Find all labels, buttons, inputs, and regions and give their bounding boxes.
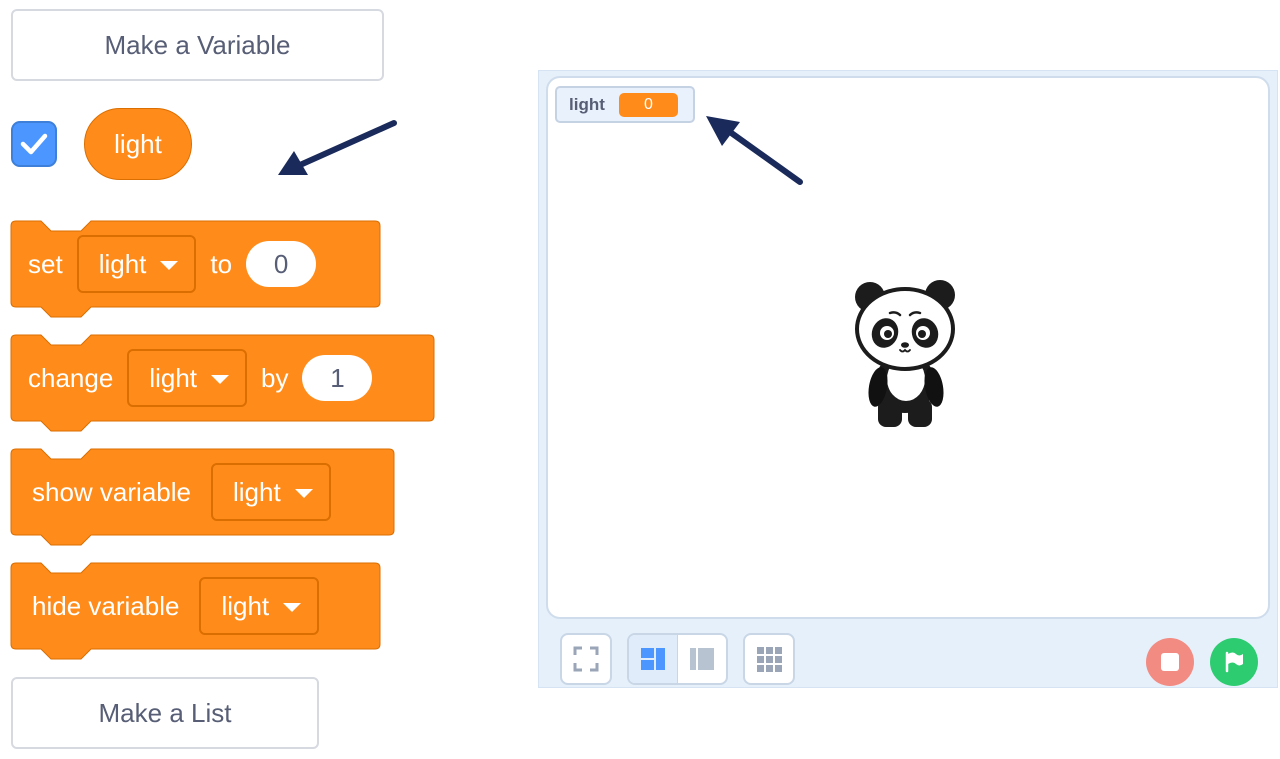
show-variable-block[interactable]: show variable light bbox=[10, 448, 395, 549]
dropdown-value: light bbox=[98, 248, 147, 279]
fullscreen-button[interactable] bbox=[560, 633, 612, 685]
make-a-variable-button[interactable]: Make a Variable bbox=[11, 9, 384, 81]
change-variable-block[interactable]: change light by 1 bbox=[10, 334, 435, 435]
dropdown-value: light bbox=[232, 476, 281, 507]
set-variable-block[interactable]: set light to 0 bbox=[10, 220, 381, 321]
large-stage-icon bbox=[690, 648, 714, 670]
variable-dropdown[interactable]: light bbox=[199, 577, 320, 635]
hide-variable-label: hide variable bbox=[32, 590, 180, 621]
change-value-input[interactable]: 1 bbox=[302, 355, 373, 401]
dropdown-value: light bbox=[221, 590, 270, 621]
variable-dropdown[interactable]: light bbox=[127, 349, 248, 407]
stop-button[interactable] bbox=[1146, 638, 1194, 686]
large-stage-button[interactable] bbox=[678, 635, 726, 683]
green-flag-button[interactable] bbox=[1210, 638, 1258, 686]
stage-size-toggle bbox=[627, 633, 728, 685]
variable-dropdown[interactable]: light bbox=[210, 463, 331, 521]
make-a-list-button[interactable]: Make a List bbox=[11, 677, 319, 749]
pointer-arrow-to-reporter bbox=[278, 120, 397, 175]
monitor-value: 0 bbox=[618, 92, 678, 117]
small-stage-button[interactable] bbox=[629, 635, 677, 683]
hide-variable-block[interactable]: hide variable light bbox=[10, 562, 381, 663]
show-variable-label: show variable bbox=[32, 476, 191, 507]
variable-reporter-light[interactable]: light bbox=[84, 108, 192, 180]
stop-icon bbox=[1161, 653, 1179, 671]
caret-down-icon bbox=[283, 602, 302, 612]
set-label: set bbox=[28, 248, 63, 279]
to-label: to bbox=[210, 248, 233, 279]
check-icon bbox=[20, 133, 48, 155]
set-value-input[interactable]: 0 bbox=[246, 241, 317, 287]
grid-button[interactable] bbox=[743, 633, 795, 685]
small-stage-icon bbox=[641, 648, 665, 670]
caret-down-icon bbox=[160, 260, 179, 270]
grid-icon bbox=[757, 647, 782, 672]
variable-monitor[interactable]: light 0 bbox=[555, 86, 695, 123]
by-label: by bbox=[261, 362, 289, 393]
green-flag-icon bbox=[1225, 651, 1243, 673]
dropdown-value: light bbox=[149, 362, 198, 393]
panda-sprite[interactable] bbox=[852, 271, 958, 431]
pointer-arrow-to-monitor bbox=[706, 116, 803, 185]
stage-panel: light 0 bbox=[538, 70, 1278, 688]
variable-dropdown[interactable]: light bbox=[76, 235, 197, 293]
fullscreen-icon bbox=[573, 646, 599, 672]
change-label: change bbox=[28, 362, 114, 393]
variable-visibility-checkbox[interactable] bbox=[11, 121, 57, 167]
caret-down-icon bbox=[211, 374, 230, 384]
caret-down-icon bbox=[294, 488, 313, 498]
monitor-label: light bbox=[569, 94, 605, 114]
stage-canvas[interactable]: light 0 bbox=[546, 76, 1270, 619]
